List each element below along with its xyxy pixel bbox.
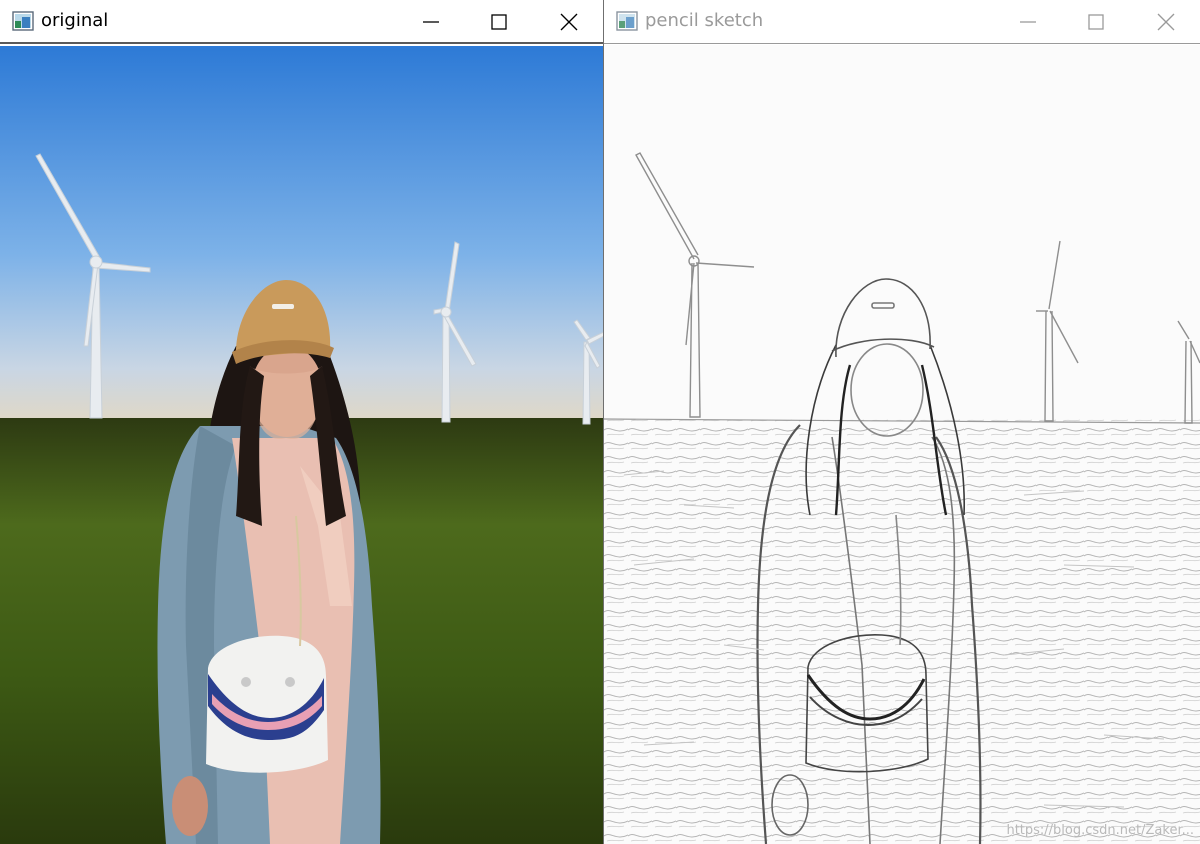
- window-original[interactable]: original: [0, 0, 604, 844]
- scene-photo: [0, 46, 603, 844]
- app-image-icon: [616, 11, 638, 31]
- app-image-icon: [12, 11, 34, 31]
- maximize-icon: [491, 14, 507, 30]
- image-original: [0, 46, 603, 844]
- desktop: original pencil sketch https://blog.csdn…: [0, 0, 1200, 844]
- close-icon: [1157, 13, 1175, 31]
- image-pencil-sketch: https://blog.csdn.net/Zaker...: [604, 45, 1200, 844]
- minimize-icon: [1020, 21, 1036, 23]
- close-button[interactable]: [1132, 0, 1198, 44]
- window-title: pencil sketch: [645, 10, 764, 31]
- watermark-text: https://blog.csdn.net/Zaker...: [1006, 823, 1194, 838]
- scene-sketch: [604, 45, 1200, 844]
- maximize-button[interactable]: [465, 0, 531, 44]
- minimize-icon: [423, 21, 439, 23]
- close-icon: [560, 13, 578, 31]
- minimize-button[interactable]: [397, 0, 463, 44]
- window-pencil-sketch[interactable]: pencil sketch https://blog.csdn.net/Zake…: [604, 0, 1200, 844]
- maximize-button[interactable]: [1062, 0, 1128, 44]
- maximize-icon: [1088, 14, 1104, 30]
- titlebar-pencil-sketch[interactable]: pencil sketch: [604, 0, 1200, 44]
- minimize-button[interactable]: [994, 0, 1060, 44]
- titlebar-original[interactable]: original: [0, 0, 603, 44]
- window-title: original: [41, 10, 109, 31]
- close-button[interactable]: [535, 0, 601, 44]
